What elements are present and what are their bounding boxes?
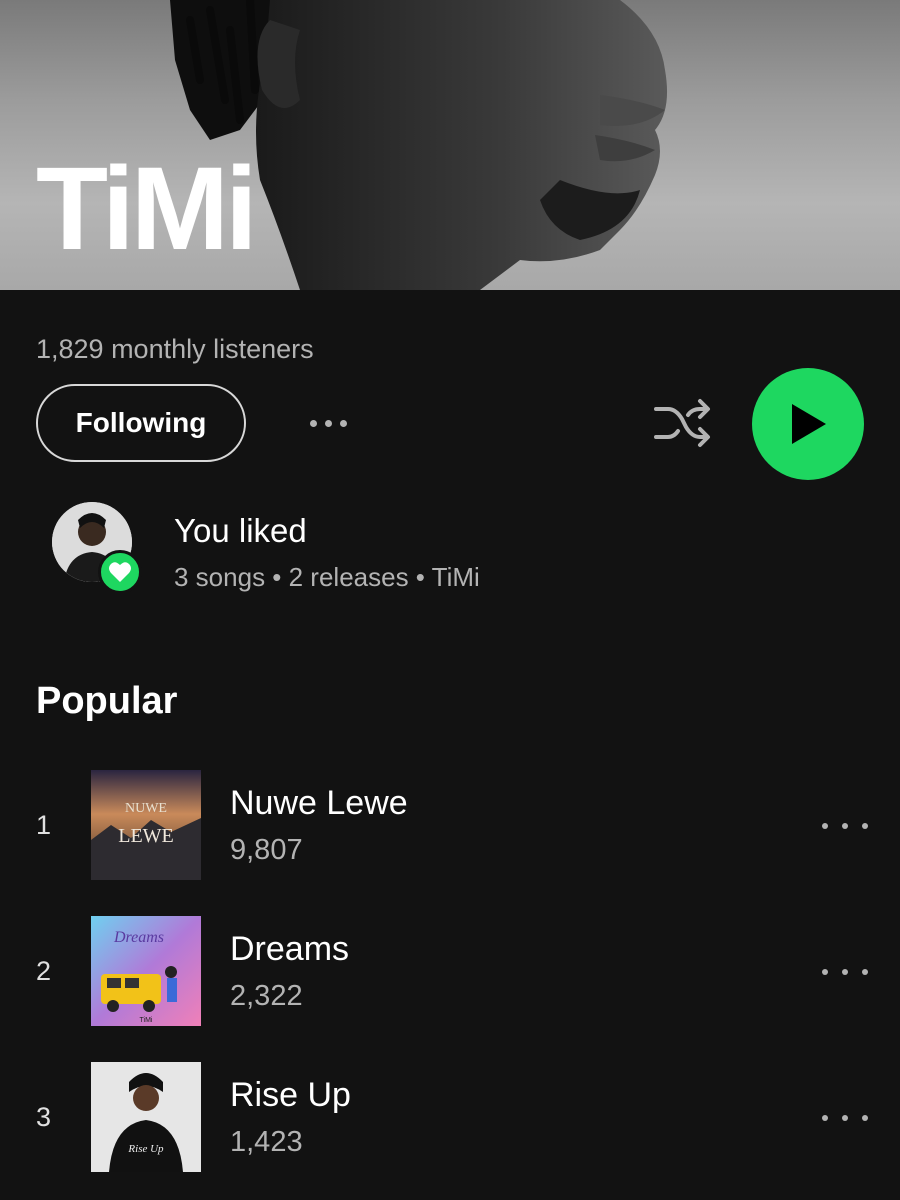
track-row[interactable]: 3 Rise Up Rise Up 1,423 <box>0 1062 900 1174</box>
album-art-line-1: Rise Up <box>127 1143 164 1155</box>
more-icon-dot <box>842 969 848 975</box>
shuffle-button[interactable] <box>650 395 714 451</box>
artist-name: TiMi <box>36 143 258 275</box>
shuffle-icon <box>654 399 710 447</box>
track-row[interactable]: 1 NUWE LEWE Nuwe Lewe 9,807 <box>0 770 900 882</box>
track-title: Dreams <box>230 930 350 968</box>
album-art: NUWE LEWE <box>91 770 201 880</box>
more-icon-dot <box>862 1115 868 1121</box>
heart-icon <box>98 550 142 594</box>
album-art-line-1: Dreams <box>113 929 164 946</box>
track-more-button[interactable] <box>822 814 868 838</box>
album-art: Rise Up <box>91 1062 201 1172</box>
album-art-line-2: TiMi <box>140 1017 153 1024</box>
following-button[interactable]: Following <box>36 384 246 462</box>
popular-heading: Popular <box>36 680 178 722</box>
more-icon-dot <box>842 823 848 829</box>
track-title: Rise Up <box>230 1076 351 1114</box>
track-play-count: 2,322 <box>230 980 303 1012</box>
album-art-line-1: NUWE <box>125 801 167 816</box>
more-icon-dot <box>862 823 868 829</box>
more-icon-dot <box>324 419 332 427</box>
more-icon <box>822 1115 828 1121</box>
track-row[interactable]: 2 Dreams TiMi Dreams 2,322 <box>0 916 900 1028</box>
monthly-listeners: 1,829 monthly listeners <box>36 334 314 364</box>
play-icon <box>792 404 826 444</box>
liked-subtitle: 3 songs • 2 releases • TiMi <box>174 562 480 592</box>
play-button[interactable] <box>752 368 864 480</box>
artist-header-image: TiMi <box>0 0 900 290</box>
more-icon-dot <box>862 969 868 975</box>
track-more-button[interactable] <box>822 1106 868 1130</box>
liked-title: You liked <box>174 512 307 549</box>
track-title: Nuwe Lewe <box>230 784 408 822</box>
more-icon <box>309 419 317 427</box>
track-more-button[interactable] <box>822 960 868 984</box>
liked-songs-row[interactable]: You liked 3 songs • 2 releases • TiMi <box>52 502 852 602</box>
more-icon-dot <box>842 1115 848 1121</box>
track-number: 3 <box>36 1102 52 1132</box>
track-play-count: 9,807 <box>230 834 303 866</box>
track-number: 2 <box>36 956 52 986</box>
track-play-count: 1,423 <box>230 1126 303 1158</box>
more-icon <box>822 969 828 975</box>
more-icon <box>822 823 828 829</box>
track-number: 1 <box>36 810 52 840</box>
more-icon-dot <box>339 419 347 427</box>
more-options-button[interactable] <box>300 406 356 440</box>
album-art-line-2: LEWE <box>118 825 174 847</box>
album-art: Dreams TiMi <box>91 916 201 1026</box>
